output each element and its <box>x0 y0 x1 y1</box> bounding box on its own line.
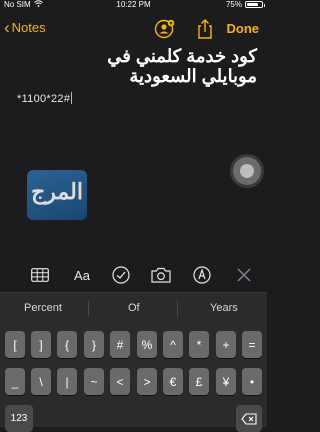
key[interactable]: } <box>84 331 104 358</box>
back-button[interactable]: ‹ Notes <box>4 19 46 36</box>
done-button[interactable]: Done <box>227 21 260 36</box>
delete-key[interactable] <box>236 405 262 432</box>
key[interactable]: \ <box>31 368 51 395</box>
table-icon[interactable] <box>29 264 51 286</box>
note-title[interactable]: كود خدمة كلمني في موبايلي السعودية <box>57 46 257 86</box>
checklist-icon[interactable] <box>110 264 132 286</box>
note-body[interactable]: *1100*22# <box>17 92 73 105</box>
watermark-logo: المرج <box>27 170 87 220</box>
formatting-toolbar: Aa <box>0 261 267 289</box>
suggestion-divider <box>177 301 178 317</box>
key[interactable]: + <box>216 331 236 358</box>
key[interactable]: = <box>242 331 262 358</box>
key[interactable]: < <box>110 368 130 395</box>
suggestion-divider <box>88 301 89 317</box>
assistive-touch-button[interactable] <box>233 157 261 185</box>
battery-icon <box>245 1 265 8</box>
key[interactable]: % <box>137 331 157 358</box>
camera-icon[interactable] <box>150 264 172 286</box>
key[interactable]: > <box>137 368 157 395</box>
text-cursor <box>71 92 73 104</box>
back-label: Notes <box>11 20 46 35</box>
numbers-key[interactable]: 123 <box>5 405 33 432</box>
predictive-text-bar: Percent Of Years <box>0 292 267 325</box>
backspace-icon <box>241 412 257 425</box>
chevron-left-icon: ‹ <box>4 18 10 37</box>
suggestion-of[interactable]: Of <box>128 302 140 314</box>
key[interactable]: £ <box>189 368 209 395</box>
share-icon[interactable] <box>195 18 215 40</box>
key[interactable]: | <box>57 368 77 395</box>
key[interactable]: ^ <box>163 331 183 358</box>
key[interactable]: { <box>57 331 77 358</box>
keyboard: [ ] { } # % ^ * + = _ \ | ~ < > € £ ¥ • … <box>0 325 267 432</box>
key[interactable]: _ <box>5 368 25 395</box>
key[interactable]: * <box>189 331 209 358</box>
suggestion-years[interactable]: Years <box>210 302 238 314</box>
suggestion-percent[interactable]: Percent <box>24 302 62 314</box>
key[interactable]: ] <box>31 331 51 358</box>
navigation-bar: ‹ Notes Done <box>0 14 267 44</box>
close-icon[interactable] <box>233 264 255 286</box>
note-body-text: *1100*22# <box>17 93 71 105</box>
key[interactable]: ~ <box>84 368 104 395</box>
key[interactable]: # <box>110 331 130 358</box>
share-note-icon[interactable] <box>154 18 176 40</box>
key[interactable]: ¥ <box>216 368 236 395</box>
logo-text: المرج <box>31 179 83 204</box>
key[interactable]: € <box>163 368 183 395</box>
battery-percent: 75% <box>225 0 242 9</box>
status-bar: No SIM 10:22 PM 75% <box>0 0 267 11</box>
key[interactable]: [ <box>5 331 25 358</box>
text-format-icon[interactable]: Aa <box>71 264 93 286</box>
key[interactable]: • <box>242 368 262 395</box>
markup-icon[interactable] <box>191 264 213 286</box>
